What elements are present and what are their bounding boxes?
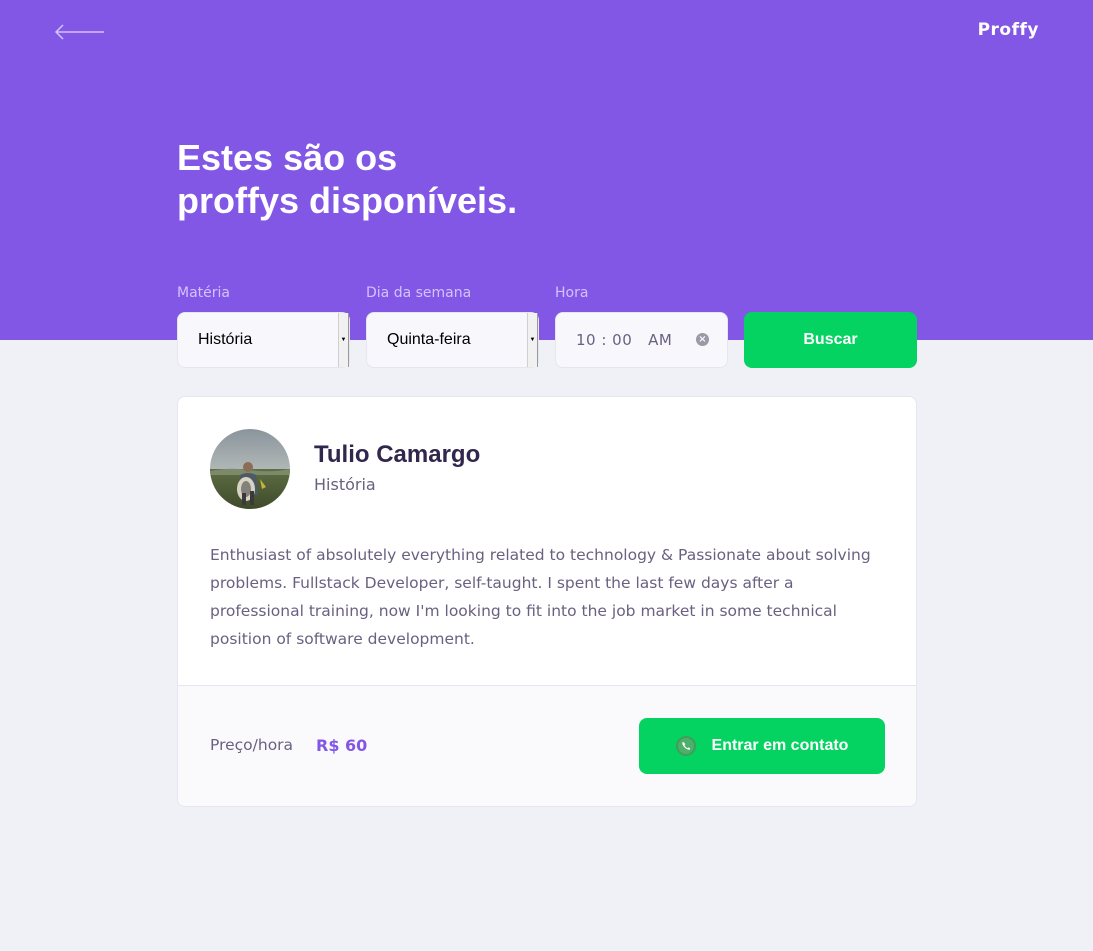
- back-button[interactable]: [54, 22, 106, 42]
- teacher-name: Tulio Camargo: [314, 441, 481, 468]
- subject-label: Matéria: [177, 285, 230, 301]
- proffy-logo: Proffy: [977, 20, 1039, 40]
- contact-button-label: Entrar em contato: [711, 737, 849, 754]
- week-day-field: Dia da semana Quinta-feira ▼: [366, 284, 539, 368]
- subject-select-value: História: [198, 331, 253, 348]
- time-field: Hora 10 : 00 AM ×: [555, 284, 728, 368]
- page: Proffy Estes são os proffys disponíveis.…: [0, 0, 1093, 951]
- page-title-line-1: Estes são os: [177, 137, 398, 178]
- subject-select[interactable]: História ▼: [177, 312, 350, 368]
- week-day-select-value: Quinta-feira: [387, 331, 471, 348]
- whatsapp-icon: [675, 736, 696, 756]
- contact-button[interactable]: Entrar em contato: [639, 718, 885, 774]
- price-value: R$ 60: [316, 736, 368, 755]
- week-day-select[interactable]: Quinta-feira ▼: [366, 312, 539, 368]
- dropdown-arrow-icon[interactable]: ▼: [527, 313, 538, 367]
- arrow-left-icon: [54, 24, 104, 40]
- teacher-card-footer: Preço/hora R$ 60 Entrar em contato: [178, 685, 916, 806]
- search-teachers-form: Matéria História ▼ Dia da semana Quinta-…: [177, 284, 917, 370]
- search-button[interactable]: Buscar: [744, 312, 917, 368]
- page-title: Estes são os proffys disponíveis.: [177, 136, 657, 222]
- teacher-bio: Enthusiast of absolutely everything rela…: [210, 546, 871, 648]
- teacher-card: Tulio Camargo História Enthusiast of abs…: [177, 396, 917, 807]
- clear-icon[interactable]: ×: [696, 333, 709, 346]
- page-title-line-2: proffys disponíveis.: [177, 180, 518, 221]
- price-label: Preço/hora: [210, 736, 294, 754]
- week-day-label: Dia da semana: [366, 285, 472, 301]
- dropdown-arrow-icon[interactable]: ▼: [338, 313, 349, 367]
- teacher-subject: História: [314, 475, 376, 494]
- time-input-value: 10 : 00 AM: [576, 331, 673, 349]
- time-input[interactable]: 10 : 00 AM ×: [555, 312, 728, 368]
- time-label: Hora: [555, 285, 589, 301]
- teacher-avatar: [210, 429, 290, 509]
- subject-field: Matéria História ▼: [177, 284, 350, 368]
